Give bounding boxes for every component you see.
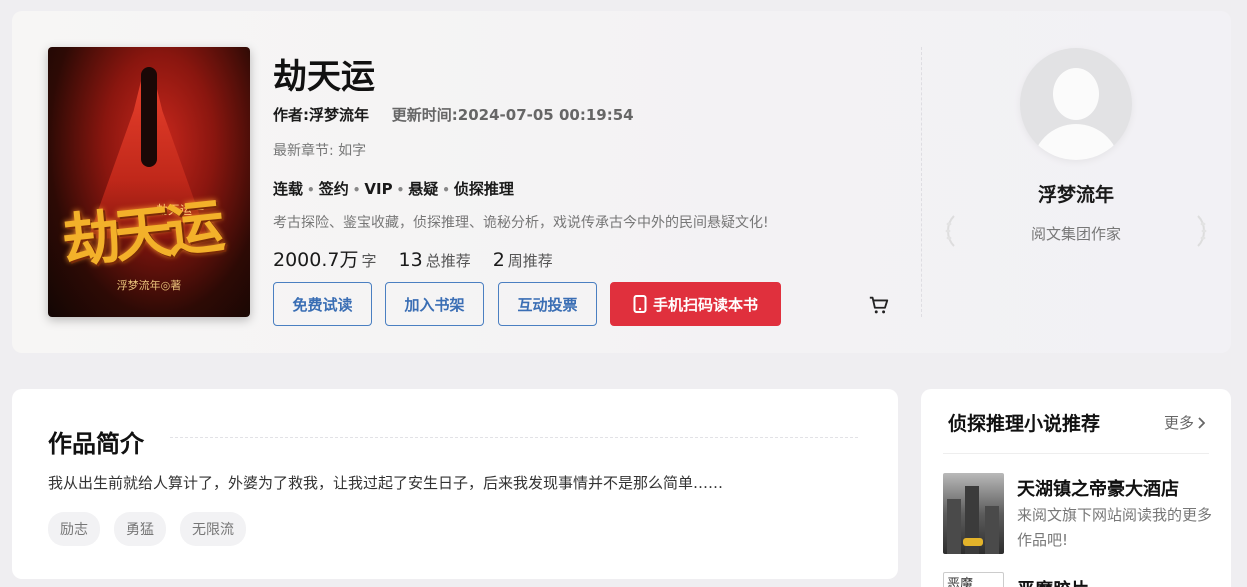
intro-tag[interactable]: 无限流 [180, 512, 246, 546]
free-trial-button[interactable]: 免费试读 [273, 282, 372, 326]
intro-heading: 作品简介 [48, 430, 144, 458]
separator-dot: • [307, 183, 315, 197]
intro-tag[interactable]: 勇猛 [114, 512, 166, 546]
recommend-item[interactable]: 天湖镇之帝豪大酒店 来阅文旗下网站阅读我的更多作品吧! [943, 473, 1212, 554]
author-panel-name[interactable]: 浮梦流年 [952, 180, 1200, 207]
recommend-cover-image[interactable] [943, 473, 1004, 554]
tag-subcategory[interactable]: 侦探推理 [454, 180, 514, 198]
update-time: 更新时间:2024-07-05 00:19:54 [391, 106, 634, 124]
laurel-right-icon [1197, 215, 1207, 247]
recommend-desc: 来阅文旗下网站阅读我的更多作品吧! [1017, 506, 1213, 549]
mobile-scan-button[interactable]: 手机扫码读本书 [610, 282, 781, 326]
recommend-item[interactable]: 恶魔 恶魔胶片 [943, 572, 1089, 587]
vertical-divider [921, 47, 922, 317]
tag-category[interactable]: 悬疑 [408, 180, 438, 198]
author-panel-title: 阅文集团作家 [1030, 225, 1121, 243]
recommend-divider [943, 453, 1209, 454]
recommend-heading: 侦探推理小说推荐 [948, 413, 1101, 435]
recommend-card: 侦探推理小说推荐 更多 天湖镇之帝豪大酒店 来阅文旗下网站阅读我的更多作品吧! … [921, 389, 1231, 587]
latest-chapter-link[interactable]: 最新章节: 如字 [273, 140, 366, 160]
chevron-right-icon [1198, 416, 1205, 429]
intro-text: 我从出生前就给人算计了，外婆为了救我，让我过起了安生日子，后来我发现事情并不是那… [48, 474, 724, 492]
cart-icon[interactable] [868, 294, 890, 316]
recommend-more-link[interactable]: 更多 [1164, 412, 1205, 433]
recommend-title[interactable]: 天湖镇之帝豪大酒店 [1017, 475, 1179, 501]
book-title: 劫天运 [273, 57, 375, 97]
tag-status: 连载 [273, 180, 304, 198]
book-tagline: 考古探险、鉴宝收藏，侦探推理、诡秘分析，戏说传承古今中外的民间悬疑文化! [273, 215, 769, 231]
author-link[interactable]: 作者:浮梦流年 [273, 106, 369, 124]
book-tags: 连载 • 签约 • VIP • 悬疑 • 侦探推理 [273, 178, 514, 199]
recommend-cover-image-broken[interactable]: 恶魔 [943, 572, 1004, 587]
intro-divider [170, 437, 858, 438]
phone-icon [633, 295, 647, 313]
stat-word-count: 2000.7万字 [273, 249, 377, 271]
stat-total-recommend: 13 总推荐 [398, 249, 471, 271]
author-avatar[interactable] [1020, 48, 1132, 160]
tag-signed: 签约 [318, 180, 349, 198]
book-stats: 2000.7万字 13 总推荐 2 周推荐 [273, 245, 553, 272]
more-label: 更多 [1163, 414, 1194, 432]
add-to-shelf-button[interactable]: 加入书架 [385, 282, 484, 326]
cover-title: 劫天运 [59, 192, 222, 276]
book-meta: 作者:浮梦流年 更新时间:2024-07-05 00:19:54 [273, 104, 634, 125]
book-info-card: 一劫天运一 劫天运 浮梦流年◎著 劫天运 作者:浮梦流年 更新时间:2024-0… [12, 11, 1231, 353]
separator-dot: • [352, 183, 361, 197]
cover-author: 浮梦流年◎著 [116, 279, 182, 292]
cover-figure-hair [141, 67, 157, 167]
book-intro-card: 作品简介 我从出生前就给人算计了，外婆为了救我，让我过起了安生日子，后来我发现事… [12, 389, 898, 579]
mobile-scan-label: 手机扫码读本书 [652, 295, 758, 314]
separator-dot: • [396, 183, 405, 197]
intro-tags: 励志 勇猛 无限流 [48, 512, 246, 546]
recommend-title[interactable]: 恶魔胶片 [1017, 576, 1089, 587]
vote-button[interactable]: 互动投票 [498, 282, 597, 326]
intro-tag[interactable]: 励志 [48, 512, 100, 546]
book-cover-image[interactable]: 一劫天运一 劫天运 浮梦流年◎著 [48, 47, 250, 317]
separator-dot: • [442, 183, 450, 197]
stat-week-recommend: 2 周推荐 [492, 249, 553, 271]
tag-vip: VIP [364, 180, 393, 198]
